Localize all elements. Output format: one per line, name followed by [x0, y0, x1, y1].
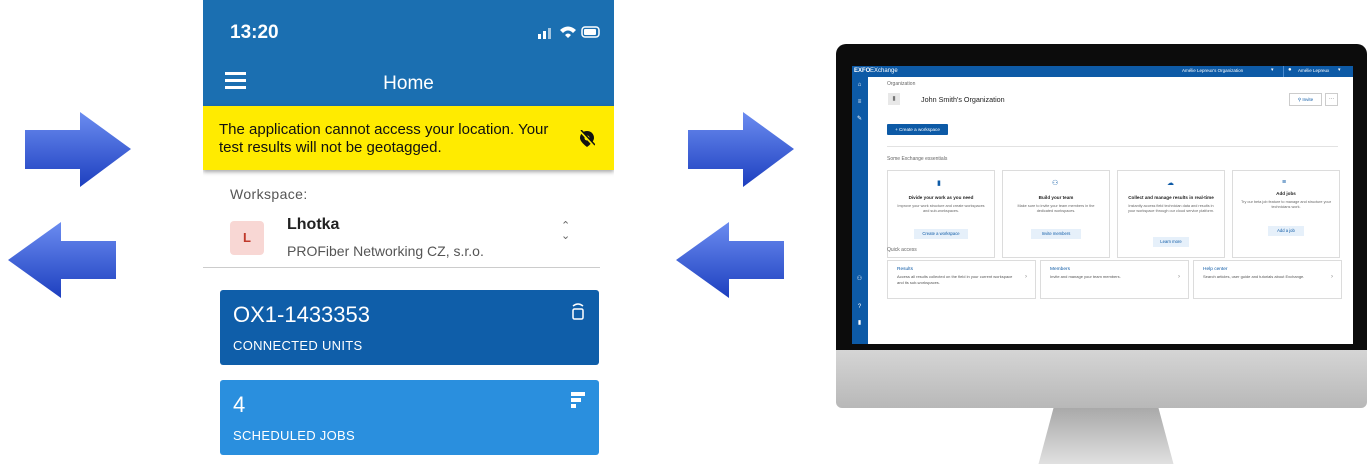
learn-more-button[interactable]: Learn more	[1153, 237, 1189, 247]
building-icon: ▮	[937, 180, 941, 187]
card-title: Build your team	[1038, 195, 1074, 200]
top-bar: EXFO EXchange Amélie Lepreux's Organizat…	[852, 66, 1353, 77]
card-desc: Search articles, user guide and tutorial…	[1203, 274, 1305, 279]
connected-units-card[interactable]: OX1-1433353 CONNECTED UNITS	[220, 290, 599, 365]
chevron-right-icon: ›	[1178, 274, 1180, 280]
status-bar: 13:20	[203, 0, 614, 64]
org-selector[interactable]: Amélie Lepreux's Organization	[1182, 68, 1243, 73]
team-icon[interactable]: ⚇	[856, 276, 863, 283]
workspace-organization: PROFiber Networking CZ, s.r.o.	[287, 243, 484, 259]
user-icon: ●	[1288, 67, 1292, 73]
add-job-button[interactable]: Add a job	[1268, 226, 1304, 236]
dropdown-chevron-icon[interactable]: ▾	[1338, 67, 1341, 73]
user-name[interactable]: Amélie Lepreux	[1298, 68, 1329, 73]
divider	[887, 146, 1338, 147]
page-title: Home	[383, 73, 434, 94]
workspace-label: Workspace:	[230, 186, 308, 202]
card-desc: Instantly access field technician data a…	[1127, 204, 1215, 213]
card-title: Collect and manage results in real-time	[1128, 195, 1214, 200]
workspace-name: Lhotka	[287, 216, 340, 233]
status-icons	[538, 24, 602, 45]
help-icon[interactable]: ?	[856, 304, 863, 311]
org-name: John Smith's Organization	[921, 95, 1005, 104]
app-bar: Home	[203, 64, 614, 106]
workspace-avatar: L	[230, 221, 264, 255]
card-title: Members	[1050, 267, 1070, 272]
home-icon[interactable]: ⌂	[856, 82, 863, 89]
location-warning-banner: The application cannot access your locat…	[203, 106, 614, 170]
quick-access-help-center[interactable]: Help center Search articles, user guide …	[1193, 260, 1342, 299]
card-title: Divide your work as you need	[908, 195, 974, 200]
invite-button[interactable]: ⚲ Invite	[1289, 93, 1322, 106]
chevron-right-icon: ›	[1025, 274, 1027, 280]
card-desc: Access all results collected on the fiel…	[897, 274, 1013, 285]
card-label: CONNECTED UNITS	[233, 338, 363, 353]
arrow-right-icon	[688, 112, 794, 187]
essential-card-workspace: ▮ Divide your work as you need Improve y…	[887, 170, 995, 258]
essentials-heading: Some Exchange essentials	[887, 156, 948, 162]
jobs-icon[interactable]: ≡	[856, 99, 863, 106]
monitor-stand	[1038, 408, 1174, 464]
building-icon[interactable]: ▮	[856, 320, 863, 327]
chevron-right-icon: ›	[1331, 274, 1333, 280]
building-icon: ▮	[888, 93, 900, 105]
card-desc: Improve your work structure and create w…	[897, 204, 985, 213]
essential-card-jobs: ≡ Add jobs Try our beta job feature to m…	[1232, 170, 1340, 258]
workspace-switch-chevron-icon[interactable]: ⌃ ⌄	[561, 221, 570, 242]
quick-access-heading: Quick access	[887, 247, 917, 253]
arrow-left-icon	[8, 222, 116, 298]
exchange-logo: EXchange	[870, 68, 898, 74]
banner-text: The application cannot access your locat…	[219, 121, 549, 156]
sidebar: ⌂ ≡ ✎ ⚇ ? ▮	[852, 77, 868, 344]
card-title: Results	[897, 267, 913, 272]
jobs-icon	[571, 392, 585, 413]
monitor-chin	[836, 350, 1367, 408]
divider	[203, 267, 600, 268]
card-desc: Try our beta job feature to manage and s…	[1241, 200, 1331, 209]
jobs-icon: ≡	[1282, 179, 1287, 186]
desktop-monitor: EXFO EXchange Amélie Lepreux's Organizat…	[836, 44, 1367, 474]
cloud-icon: ☁	[1167, 180, 1174, 187]
tools-icon[interactable]: ✎	[856, 116, 863, 123]
org-label: Organization	[887, 81, 916, 87]
card-desc: Invite and manage your team members.	[1050, 274, 1121, 279]
mobile-app-screen: 13:20 Home The application cannot access…	[203, 0, 614, 473]
clock: 13:20	[230, 22, 279, 43]
exchange-web-app: EXFO EXchange Amélie Lepreux's Organizat…	[852, 66, 1353, 344]
essential-card-team: ⚇ Build your team Make sure to invite yo…	[1002, 170, 1110, 258]
team-icon: ⚇	[1052, 180, 1059, 187]
card-title: Add jobs	[1276, 191, 1296, 196]
card-title: Help center	[1203, 267, 1228, 272]
exfo-logo: EXFO	[854, 68, 871, 74]
unit-icon	[571, 302, 585, 325]
more-button[interactable]: ···	[1325, 93, 1338, 106]
invite-members-button[interactable]: Invite members	[1031, 229, 1081, 239]
location-off-icon	[579, 129, 596, 153]
card-desc: Make sure to invite your team members in…	[1017, 204, 1095, 213]
create-workspace-button[interactable]: + Create a workspace	[887, 124, 948, 135]
arrow-left-icon	[676, 222, 784, 298]
card-label: SCHEDULED JOBS	[233, 428, 355, 443]
dropdown-chevron-icon[interactable]: ▾	[1271, 67, 1274, 73]
arrow-right-icon	[25, 112, 131, 187]
jobs-count: 4	[233, 392, 246, 417]
unit-id: OX1-1433353	[233, 302, 370, 327]
scheduled-jobs-card[interactable]: 4 SCHEDULED JOBS	[220, 380, 599, 455]
create-workspace-card-button[interactable]: Create a workspace	[914, 229, 968, 239]
quick-access-members[interactable]: Members Invite and manage your team memb…	[1040, 260, 1189, 299]
essential-card-results: ☁ Collect and manage results in real-tim…	[1117, 170, 1225, 258]
divider	[1283, 66, 1284, 77]
quick-access-results[interactable]: Results Access all results collected on …	[887, 260, 1036, 299]
invite-label: Invite	[1302, 97, 1314, 102]
